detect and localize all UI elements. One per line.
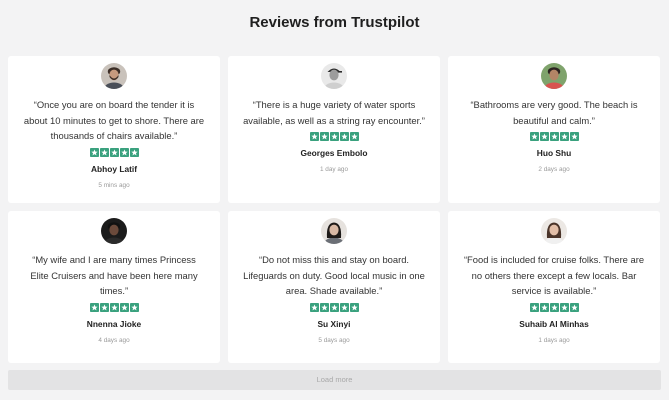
star-icon [99,147,109,158]
review-card: “Food is included for cruise folks. Ther… [448,211,660,363]
reviews-grid: “Once you are on board the tender it is … [8,56,661,363]
review-time: 4 days ago [98,336,130,344]
star-icon [319,132,329,142]
load-more-button[interactable]: Load more [8,370,661,390]
reviewer-name: Abhoy Latif [90,163,138,174]
reviewer-name: Su Xinyi [317,318,351,329]
star-icon [549,302,559,313]
star-icon [89,302,99,313]
star-icon [329,132,339,142]
review-quote: “Bathrooms are very good. The beach is b… [470,99,638,126]
review-card: “Bathrooms are very good. The beach is b… [448,56,660,203]
star-icon [99,302,109,313]
star-icon [349,132,359,142]
reviewer-name: Suhaib Al Minhas [519,318,589,329]
star-rating [529,132,579,142]
star-icon [109,302,119,313]
avatar [101,218,127,244]
star-icon [569,132,579,142]
avatar [321,63,347,89]
star-icon [549,132,559,142]
reviewer-name: Georges Embolo [300,148,368,158]
review-time: 2 days ago [538,166,570,173]
star-icon [539,132,549,142]
star-icon [309,132,319,142]
star-icon [119,147,129,158]
avatar [321,218,347,244]
star-rating [529,302,579,313]
star-icon [119,302,129,313]
review-quote: “My wife and I are many times Princess E… [30,254,198,296]
avatar [541,218,567,244]
review-time: 1 days ago [538,336,570,344]
star-rating [309,132,359,142]
star-icon [539,302,549,313]
review-card: “Once you are on board the tender it is … [8,56,220,203]
review-time: 1 day ago [319,166,349,173]
review-quote: “Food is included for cruise folks. Ther… [463,254,645,296]
review-quote: “Once you are on board the tender it is … [23,99,205,141]
star-icon [89,147,99,158]
review-card: “There is a huge variety of water sports… [228,56,440,203]
star-icon [339,302,349,313]
avatar [101,63,127,89]
reviewer-name: Nnenna Jioke [86,318,142,329]
star-icon [349,302,359,313]
star-icon [109,147,119,158]
reviewer-name: Huo Shu [536,148,572,158]
star-rating [89,147,139,158]
star-icon [129,302,139,313]
star-icon [319,302,329,313]
review-time: 5 days ago [318,336,350,344]
review-card: “Do not miss this and stay on board. Lif… [228,211,440,363]
star-icon [329,302,339,313]
page-title: Reviews from Trustpilot [249,14,420,31]
reviews-widget: Reviews from Trustpilot “Once you are on… [0,0,669,400]
star-icon [309,302,319,313]
review-quote: “There is a huge variety of water sports… [243,99,425,126]
star-rating [89,302,139,313]
star-icon [559,302,569,313]
review-quote: “Do not miss this and stay on board. Lif… [243,254,425,296]
star-icon [339,132,349,142]
review-time: 5 mins ago [98,181,130,189]
star-icon [569,302,579,313]
star-icon [529,302,539,313]
avatar [541,63,567,89]
star-icon [529,132,539,142]
star-icon [129,147,139,158]
star-icon [559,132,569,142]
review-card: “My wife and I are many times Princess E… [8,211,220,363]
star-rating [309,302,359,313]
